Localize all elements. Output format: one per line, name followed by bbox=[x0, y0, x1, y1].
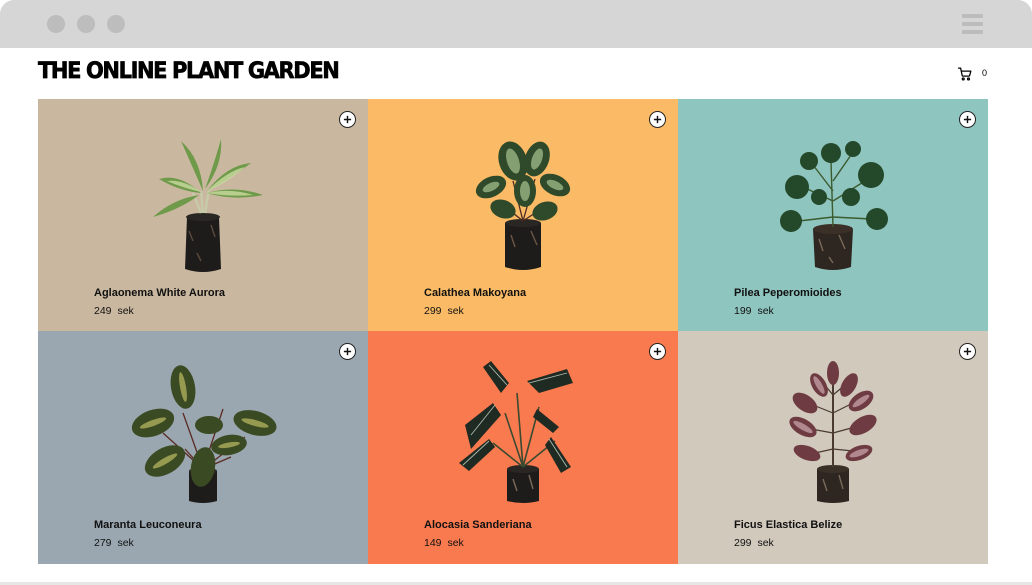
add-to-cart-button[interactable] bbox=[339, 111, 356, 128]
price-currency: sek bbox=[117, 537, 134, 549]
product-price: 279 sek bbox=[94, 537, 134, 549]
product-name[interactable]: Calathea Makoyana bbox=[424, 287, 526, 299]
plus-icon bbox=[963, 347, 972, 356]
plus-icon bbox=[653, 115, 662, 124]
calathea-plant-image bbox=[475, 141, 571, 270]
price-currency: sek bbox=[117, 305, 134, 317]
product-card[interactable]: Maranta Leuconeura 279 sek bbox=[38, 331, 368, 564]
plus-icon bbox=[343, 347, 352, 356]
cart-icon bbox=[958, 67, 972, 81]
product-name[interactable]: Aglaonema White Aurora bbox=[94, 287, 225, 299]
price-value: 279 bbox=[94, 537, 112, 549]
product-card[interactable]: Ficus Elastica Belize 299 sek bbox=[678, 331, 988, 564]
price-value: 249 bbox=[94, 305, 112, 317]
product-name[interactable]: Maranta Leuconeura bbox=[94, 519, 202, 531]
product-card[interactable]: Alocasia Sanderiana 149 sek bbox=[368, 331, 678, 564]
pilea-plant-image bbox=[780, 141, 888, 270]
price-value: 149 bbox=[424, 537, 442, 549]
product-name[interactable]: Ficus Elastica Belize bbox=[734, 519, 842, 531]
add-to-cart-button[interactable] bbox=[649, 343, 666, 360]
price-value: 299 bbox=[734, 537, 752, 549]
add-to-cart-button[interactable] bbox=[649, 111, 666, 128]
maranta-plant-image bbox=[131, 365, 277, 503]
aglaonema-plant-image bbox=[153, 139, 263, 272]
plus-icon bbox=[963, 115, 972, 124]
window-close-dot[interactable] bbox=[47, 15, 65, 33]
window-minimize-dot[interactable] bbox=[77, 15, 95, 33]
product-grid: Aglaonema White Aurora 249 sek Calathea … bbox=[38, 99, 988, 564]
product-card[interactable]: Aglaonema White Aurora 249 sek bbox=[38, 99, 368, 331]
price-currency: sek bbox=[757, 305, 774, 317]
product-name[interactable]: Alocasia Sanderiana bbox=[424, 519, 532, 531]
plus-icon bbox=[343, 115, 352, 124]
price-value: 199 bbox=[734, 305, 752, 317]
product-price: 249 sek bbox=[94, 305, 134, 317]
add-to-cart-button[interactable] bbox=[339, 343, 356, 360]
product-price: 149 sek bbox=[424, 537, 464, 549]
window-maximize-dot[interactable] bbox=[107, 15, 125, 33]
hamburger-menu-icon[interactable] bbox=[962, 14, 983, 35]
cart-button[interactable]: 0 bbox=[958, 66, 987, 82]
cart-count: 0 bbox=[982, 68, 988, 78]
browser-toolbar bbox=[0, 0, 1032, 48]
alocasia-plant-image bbox=[459, 361, 573, 503]
price-currency: sek bbox=[757, 537, 774, 549]
price-currency: sek bbox=[447, 537, 464, 549]
price-value: 299 bbox=[424, 305, 442, 317]
ficus-plant-image bbox=[789, 361, 877, 503]
product-price: 299 sek bbox=[734, 537, 774, 549]
product-price: 299 sek bbox=[424, 305, 464, 317]
site-title[interactable]: THE ONLINE PLANT GARDEN bbox=[38, 58, 340, 84]
product-card[interactable]: Pilea Peperomioides 199 sek bbox=[678, 99, 988, 331]
add-to-cart-button[interactable] bbox=[959, 111, 976, 128]
product-card[interactable]: Calathea Makoyana 299 sek bbox=[368, 99, 678, 331]
product-name[interactable]: Pilea Peperomioides bbox=[734, 287, 842, 299]
product-price: 199 sek bbox=[734, 305, 774, 317]
add-to-cart-button[interactable] bbox=[959, 343, 976, 360]
price-currency: sek bbox=[447, 305, 464, 317]
plus-icon bbox=[653, 347, 662, 356]
